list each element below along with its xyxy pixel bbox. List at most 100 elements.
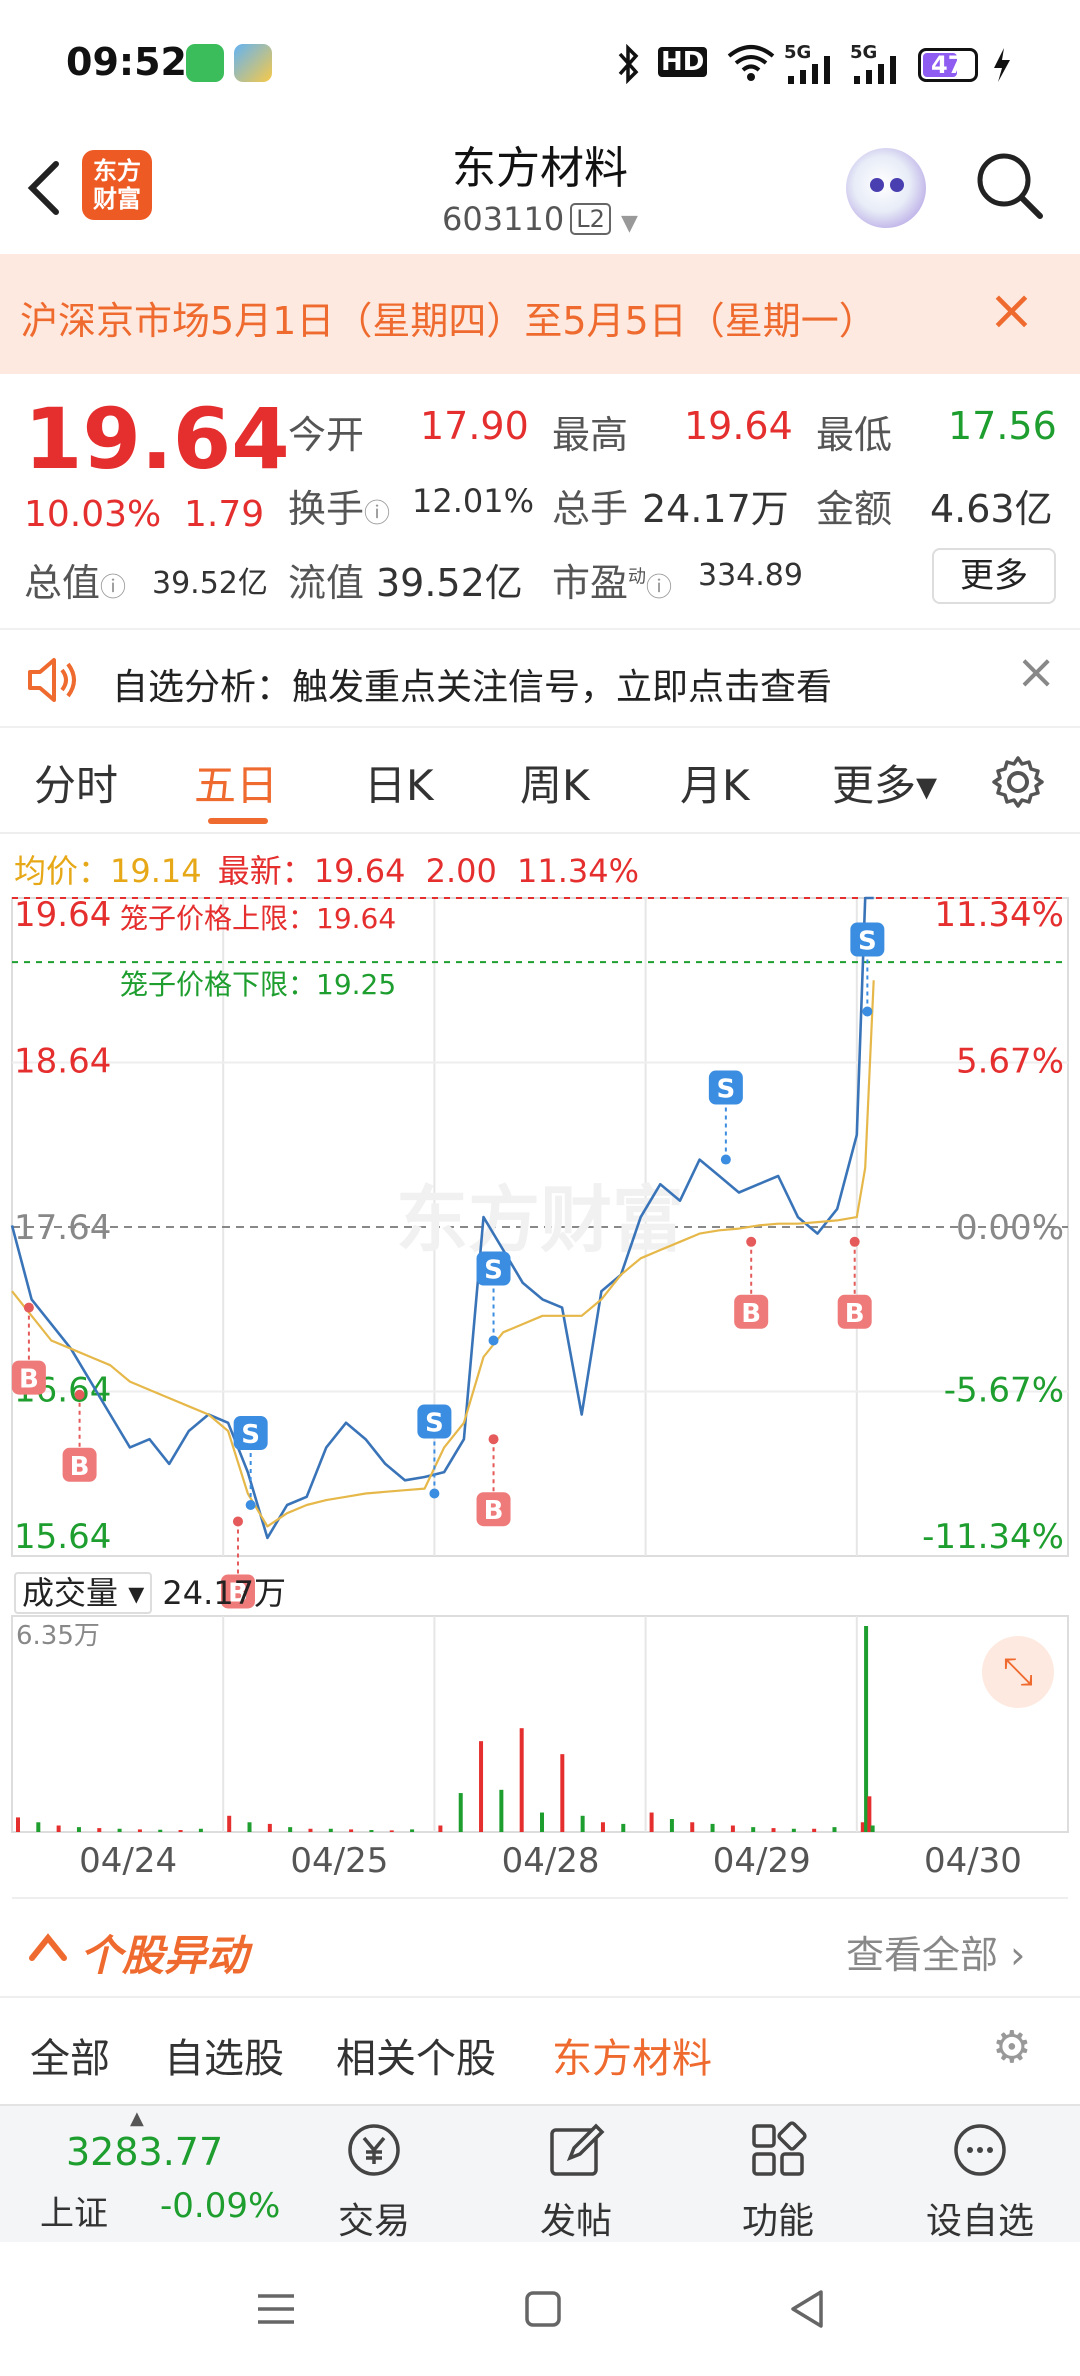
info-icon[interactable]: ⓘ [100,573,126,603]
market-holiday-banner[interactable]: 沪深京市场5月1日（星期四）至5月5日（星期一） × [0,254,1080,374]
turnover-value: 12.01% [412,482,535,520]
dropdown-icon: ▼ [621,211,638,236]
volume-bar [751,1827,756,1832]
signal-point [862,1006,873,1017]
mktcap-value: 39.52亿 [152,566,268,601]
volume-bar [247,1822,252,1832]
app-notification-icon [186,44,224,82]
watchlist-analysis-notice[interactable]: 自选分析：触发重点关注信号，立即点击查看 × [0,628,1080,728]
bluetooth-icon [618,44,639,84]
app-screen: 09:52 HD 5G 5G 47 东方 财富 东方材料 603110 L2 ▼… [0,0,1080,2376]
amount-value: 4.63亿 [930,487,1053,531]
sell-signal-label: S [241,1420,260,1450]
app-notification-icon [234,44,272,82]
volume-total: 24.17万 [162,1574,287,1612]
filter-tab-watchlist[interactable]: 自选股 [164,2026,284,2084]
y-tick-right: 0.00% [956,1208,1064,1248]
volume-bar [16,1817,20,1832]
sell-signal-label: S [484,1256,503,1286]
signal-point [488,1434,499,1445]
filter-tab-related[interactable]: 相关个股 [336,2026,496,2084]
filter-tab-all[interactable]: 全部 [30,2026,110,2084]
amount-label: 金额 [816,487,893,531]
tab-monthly-k[interactable]: 月K [680,752,750,813]
volume-bar [600,1822,605,1832]
chevron-up-icon[interactable] [26,1930,70,1964]
x-tick-label: 04/24 [79,1841,177,1881]
volume-bar [137,1829,142,1832]
notice-text: 自选分析：触发重点关注信号，立即点击查看 [112,667,833,708]
volume-indicator-selector[interactable]: 成交量 ▾ [14,1572,153,1614]
nav-trade[interactable]: 交易 [314,2192,434,2244]
add-watchlist-icon[interactable] [948,2118,1012,2182]
edit-post-icon[interactable] [544,2118,608,2182]
five-day-chart[interactable]: 东方财富笼子价格上限：19.64笼子价格下限：19.2519.6418.6417… [0,892,1080,1902]
volume-max-label: 6.35万 [16,1621,100,1651]
y-tick-right: -5.67% [944,1371,1064,1411]
volume-bar [389,1830,394,1832]
nav-add-watchlist[interactable]: 设自选 [920,2192,1040,2244]
settings-gear-icon[interactable]: ⚙ [992,2022,1031,2073]
volume-bar [410,1829,415,1832]
charging-icon [994,48,1010,82]
home-square-icon[interactable] [524,2290,562,2328]
buy-signal-label: B [741,1299,761,1329]
current-price: 19.64 [24,390,290,488]
tab-weekly-k[interactable]: 周K [520,752,590,813]
banner-close-icon[interactable]: × [988,278,1035,343]
grid-function-icon[interactable] [746,2118,810,2182]
volume-bar [730,1825,735,1832]
tab-daily-k[interactable]: 日K [364,752,434,813]
volume-bar [710,1823,715,1832]
stock-movement-title: 个股异动 [80,1931,249,1980]
volume-bar [56,1825,61,1832]
more-quote-button[interactable]: 更多 [932,548,1056,604]
volume-bar [519,1728,524,1832]
tab-more[interactable]: 更多▾ [832,752,937,813]
gear-icon[interactable] [990,754,1046,810]
sell-signal-label: S [716,1075,735,1105]
trade-yen-icon[interactable] [342,2118,406,2182]
pe-value: 334.89 [698,558,803,593]
tab-intraday[interactable]: 分时 [34,752,118,813]
volume-label: 总手 [552,487,629,531]
caret-up-icon: ▲ [130,2108,144,2129]
robot-avatar-icon[interactable] [846,148,926,228]
banner-text: 沪深京市场5月1日（星期四）至5月5日（星期一） [20,299,877,343]
y-tick-right: 5.67% [956,1042,1064,1082]
view-all-link[interactable]: 查看全部 › [846,1924,1025,1979]
stock-code: 603110 [442,200,565,238]
back-triangle-icon[interactable] [788,2288,826,2330]
index-name[interactable]: 上证 [40,2186,108,2235]
open-label: 今开 [288,413,365,457]
mktcap-label: 总值ⓘ [24,561,127,605]
status-time: 09:52 [66,40,187,84]
volume-bar [479,1741,484,1832]
tab-five-day[interactable]: 五日 [194,752,278,813]
volume-bar [870,1825,875,1832]
volume-bar [649,1812,654,1832]
volume-bar [791,1828,796,1832]
volume-bar [812,1828,817,1832]
volume-bar [540,1812,544,1832]
nav-post[interactable]: 发帖 [516,2192,636,2244]
info-icon[interactable]: ⓘ [646,573,672,603]
index-value[interactable]: 3283.77 [66,2130,223,2174]
volume-bar [669,1819,674,1832]
turnover-label: 换手ⓘ [288,487,391,531]
filter-tab-stock[interactable]: 东方材料 [552,2026,712,2084]
notice-close-icon[interactable]: × [1016,644,1056,700]
search-icon[interactable] [974,150,1046,222]
signal-point [488,1335,499,1346]
signal-point [720,1154,731,1165]
info-icon[interactable]: ⓘ [364,499,390,529]
high-value: 19.64 [684,404,793,448]
nav-functions[interactable]: 功能 [718,2192,838,2244]
expand-chart-icon[interactable]: ⤡ [982,1636,1054,1708]
menu-icon[interactable] [256,2292,296,2326]
x-tick-label: 04/29 [713,1841,811,1881]
change-percent: 10.03% [24,494,162,535]
wifi-icon [727,45,775,81]
speaker-icon [28,658,76,702]
buy-signal-label: B [19,1365,39,1395]
